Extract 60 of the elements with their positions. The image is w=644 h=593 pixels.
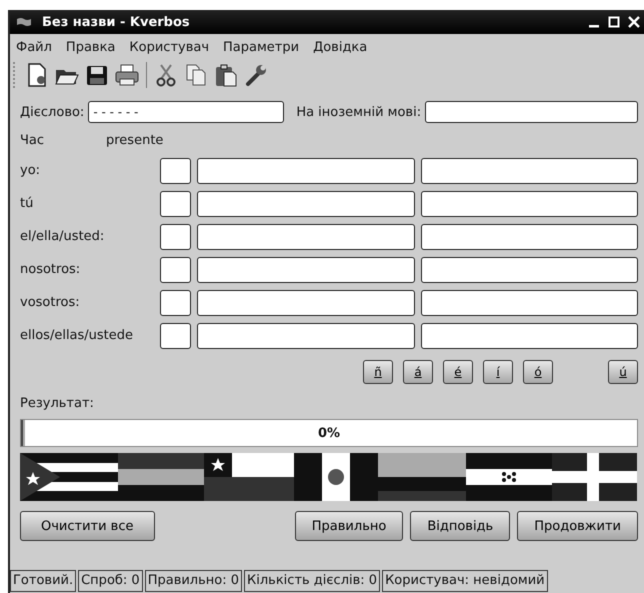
menu-item[interactable]: Довідка: [313, 40, 368, 55]
accent-button[interactable]: é: [443, 360, 473, 384]
input-field[interactable]: [420, 290, 638, 316]
menu-item[interactable]: Користувач: [129, 40, 210, 55]
pronoun-label: tú: [20, 196, 34, 211]
progress-reading: 0%: [318, 426, 340, 440]
status-segment: Користувач: невідомий: [382, 570, 548, 592]
pronoun-label: ellos/ellas/ustede: [20, 328, 134, 343]
tense-value: presente: [106, 133, 164, 148]
verb-field[interactable]: - - - - - -: [88, 101, 284, 123]
flag-icon: [16, 17, 32, 27]
status-segment: Готовий.: [10, 570, 76, 592]
tense-label: Час: [20, 133, 46, 148]
status-segment: Кількість дієслів: 0: [244, 570, 380, 592]
input-field[interactable]: [197, 256, 414, 282]
accent-button[interactable]: á: [403, 360, 433, 384]
pronoun-label: yo:: [20, 163, 42, 178]
accent-button[interactable]: ó: [523, 360, 553, 384]
pronoun-label: nosotros:: [20, 262, 82, 277]
clipboard-icon[interactable]: [213, 62, 239, 88]
input-field[interactable]: [160, 290, 191, 316]
input-field[interactable]: [160, 256, 191, 282]
input-field[interactable]: [197, 224, 414, 250]
wrench-icon[interactable]: [243, 62, 269, 88]
verb-label: Дієслово:: [20, 104, 84, 120]
input-field[interactable]: [420, 158, 638, 184]
pronoun-label: vosotros:: [20, 295, 81, 310]
maximize-icon[interactable]: [608, 16, 620, 28]
input-field[interactable]: [160, 322, 191, 348]
input-field[interactable]: [197, 158, 414, 184]
result-label: Результат:: [20, 396, 95, 411]
input-field[interactable]: [160, 224, 191, 250]
clear-all-button[interactable]: Очистити все: [20, 511, 154, 541]
accent-button[interactable]: ú: [608, 360, 638, 384]
status-segment: Правильно: 0: [144, 570, 242, 592]
action-button[interactable]: Правильно: [294, 511, 404, 541]
input-field[interactable]: [197, 322, 414, 348]
printer-icon[interactable]: [114, 62, 140, 88]
input-field[interactable]: [197, 190, 414, 216]
pronoun-label: el/ella/usted:: [20, 229, 106, 244]
input-field[interactable]: [420, 256, 638, 282]
input-field[interactable]: [160, 158, 191, 184]
menu-item[interactable]: Правка: [66, 40, 116, 55]
window-title: Без назви - Kverbos: [42, 14, 191, 30]
foreign-label: На іноземній мові:: [296, 104, 422, 120]
input-field[interactable]: [420, 190, 638, 216]
accent-button[interactable]: ñ: [363, 360, 393, 384]
input-field[interactable]: [420, 322, 638, 348]
toolbar-grip-icon: [12, 61, 16, 89]
action-button[interactable]: Продовжити: [517, 511, 638, 541]
close-icon[interactable]: [628, 16, 640, 28]
action-button[interactable]: Відповідь: [410, 511, 510, 541]
menu-item[interactable]: Параметри: [223, 40, 300, 55]
menu-item[interactable]: Файл: [16, 40, 52, 55]
input-field[interactable]: [160, 190, 191, 216]
accent-button[interactable]: í: [483, 360, 513, 384]
status-segment: Спроб: 0: [78, 570, 143, 592]
input-field[interactable]: [197, 290, 414, 316]
input-field[interactable]: [420, 224, 638, 250]
foreign-field[interactable]: [425, 101, 638, 123]
